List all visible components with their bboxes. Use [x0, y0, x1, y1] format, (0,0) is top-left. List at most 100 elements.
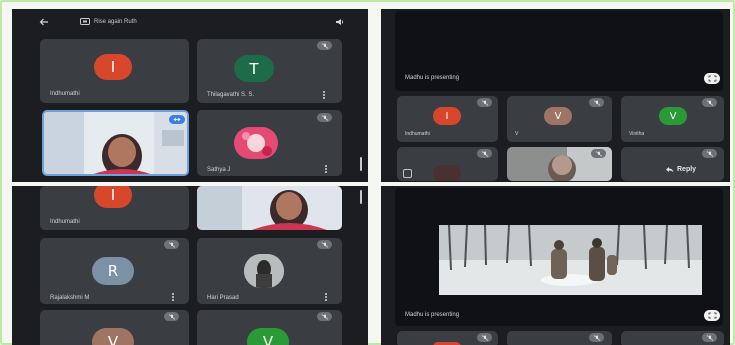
- presenting-label: Madhu is presenting: [405, 75, 460, 81]
- more-options-button[interactable]: [323, 91, 325, 99]
- mic-off-badge: [317, 113, 332, 122]
- mic-off-icon: [321, 114, 328, 121]
- participant-thumbnail[interactable]: [397, 147, 498, 181]
- participant-name: Thilagavathi S. S.: [207, 92, 255, 98]
- mic-off-icon: [321, 313, 328, 320]
- arrow-left-icon: [39, 18, 48, 26]
- avatar-photo: [244, 254, 284, 288]
- participant-thumbnail[interactable]: V V: [507, 96, 612, 142]
- more-options-button[interactable]: [325, 293, 327, 301]
- avatar-initial: I: [445, 110, 449, 122]
- mic-off-badge: [702, 98, 717, 107]
- presentation-stage: Madhu is presenting: [395, 188, 723, 326]
- reply-button[interactable]: Reply: [665, 166, 696, 173]
- fullscreen-button[interactable]: [704, 310, 720, 321]
- participant-name: Indhumathi: [50, 91, 80, 97]
- mic-off-badge: [477, 333, 492, 342]
- participant-name: Sathya J: [207, 167, 231, 173]
- avatar-initial: R: [107, 262, 119, 280]
- avatar: T: [234, 55, 274, 82]
- fullscreen-icon: [708, 75, 716, 82]
- more-options-button[interactable]: [325, 165, 327, 173]
- participant-thumbnail[interactable]: [397, 331, 498, 345]
- reply-label: Reply: [677, 166, 697, 173]
- hand-raise-icon: [403, 169, 412, 178]
- participant-tile[interactable]: Hari Prasad: [197, 238, 342, 304]
- scrollbar[interactable]: [360, 190, 362, 204]
- participant-thumbnail[interactable]: I Indhumathi: [397, 96, 498, 142]
- avatar-initial: V: [262, 333, 274, 345]
- reply-icon: [666, 167, 674, 173]
- mic-off-icon: [168, 313, 175, 320]
- avatar: I: [94, 186, 132, 208]
- mic-off-icon: [595, 150, 602, 157]
- screen-share-icon: [80, 18, 90, 25]
- participant-video-tile[interactable]: [197, 186, 342, 230]
- audio-button[interactable]: [330, 16, 348, 28]
- participant-name: V: [515, 131, 519, 137]
- participant-thumbnail[interactable]: Reply: [621, 147, 724, 181]
- mic-off-badge: [317, 41, 332, 50]
- mic-off-icon: [706, 150, 713, 157]
- participant-video-tile[interactable]: [507, 147, 612, 181]
- mic-off-badge: [477, 98, 492, 107]
- back-button[interactable]: [34, 16, 54, 28]
- presentation-chip[interactable]: Rise again Ruth: [80, 16, 175, 28]
- participant-tile[interactable]: T Thilagavathi S. S.: [197, 39, 342, 103]
- participant-thumbnail[interactable]: V Vinitha: [621, 96, 724, 142]
- mic-off-badge: [589, 98, 604, 107]
- mic-off-icon: [706, 99, 713, 106]
- mic-off-icon: [321, 241, 328, 248]
- participant-name: Rajalakshmi M: [50, 295, 90, 301]
- scrollbar[interactable]: [360, 157, 362, 171]
- fullscreen-button[interactable]: [704, 73, 720, 84]
- mic-off-icon: [481, 334, 488, 341]
- avatar: V: [247, 328, 289, 345]
- participant-video-image: [44, 112, 187, 174]
- meet-pane-bottom-right: Madhu is presenting: [381, 186, 730, 345]
- avatar-initial: I: [110, 186, 116, 204]
- pin-icon: [173, 117, 181, 122]
- participant-tile[interactable]: I Indhumathi: [40, 39, 189, 103]
- meet-pane-bottom-left: I Indhumathi R Rajalakshmi M Hari Prasad…: [12, 186, 368, 345]
- more-options-button[interactable]: [172, 293, 174, 301]
- meet-pane-top-left: Rise again Ruth I Indhumathi T Thilagava…: [12, 9, 368, 182]
- participant-tile[interactable]: Sathya J: [197, 110, 342, 176]
- avatar: V: [659, 107, 687, 125]
- participant-name: Indhumathi: [50, 219, 80, 225]
- mic-off-badge: [702, 333, 717, 342]
- mic-off-badge: [591, 149, 606, 158]
- shared-video-image: [439, 225, 702, 295]
- mic-off-badge: [164, 240, 179, 249]
- participant-thumbnail[interactable]: [507, 331, 612, 345]
- avatar: R: [92, 257, 134, 285]
- avatar: [433, 165, 461, 181]
- mic-off-icon: [168, 241, 175, 248]
- participant-name: Vinitha: [629, 131, 645, 137]
- participant-video-tile[interactable]: [42, 110, 189, 176]
- mic-off-badge: [164, 312, 179, 321]
- participant-thumbnail[interactable]: [621, 331, 724, 345]
- participant-tile[interactable]: I Indhumathi: [40, 186, 189, 230]
- screenshot-frame: Rise again Ruth I Indhumathi T Thilagava…: [0, 0, 735, 345]
- participant-tile[interactable]: V: [197, 310, 342, 345]
- header-label: Rise again Ruth: [94, 19, 137, 25]
- avatar-initial: T: [249, 59, 259, 78]
- avatar-initial: I: [110, 58, 116, 76]
- participant-tile[interactable]: V: [40, 310, 189, 345]
- avatar: V: [92, 328, 134, 345]
- participant-video-image: [197, 186, 342, 230]
- mic-off-icon: [706, 334, 713, 341]
- volume-icon: [335, 19, 343, 25]
- presentation-stage: Madhu is presenting: [395, 11, 723, 91]
- participant-tile[interactable]: R Rajalakshmi M: [40, 238, 189, 304]
- mic-off-icon: [593, 334, 600, 341]
- presenting-label: Madhu is presenting: [405, 312, 460, 318]
- avatar: I: [94, 54, 132, 80]
- mic-off-badge: [702, 149, 717, 158]
- mic-off-badge: [317, 240, 332, 249]
- fullscreen-icon: [708, 312, 716, 319]
- pin-button[interactable]: [169, 115, 185, 124]
- mic-off-icon: [593, 99, 600, 106]
- avatar: I: [433, 107, 461, 125]
